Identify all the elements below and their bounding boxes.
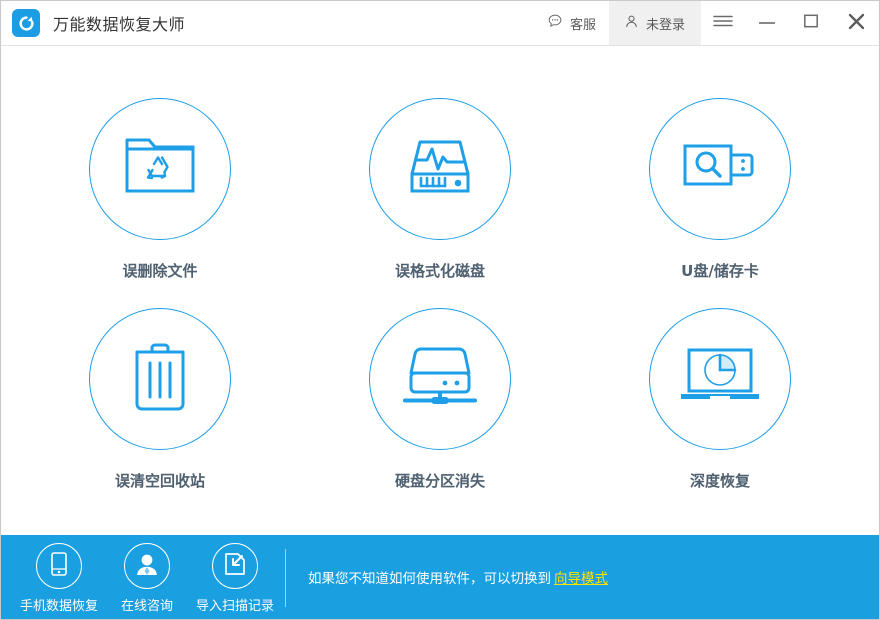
card-usb-memory-card-label: U盘/储存卡 <box>681 262 759 280</box>
card-deleted-files[interactable]: 误删除文件 <box>20 98 300 308</box>
main-content: 误删除文件 误格式化磁盘 U盘/储存卡 误清空回收站 硬盘分区消失 深度恢复 <box>1 46 879 535</box>
minimize-button[interactable] <box>745 1 789 45</box>
bottom-action-import-scan-circle[interactable] <box>212 543 258 589</box>
card-deep-recovery-circle[interactable] <box>649 308 791 450</box>
card-deep-recovery-label: 深度恢复 <box>689 472 750 490</box>
card-formatted-disk-circle[interactable] <box>369 98 511 240</box>
card-deleted-files-label: 误删除文件 <box>122 262 198 280</box>
card-recycle-bin[interactable]: 误清空回收站 <box>20 308 300 518</box>
chat-bubble-icon <box>546 12 564 34</box>
bottom-action-online-consult-circle[interactable] <box>124 543 170 589</box>
bottom-action-online-consult-label: 在线咨询 <box>120 599 173 614</box>
wizard-hint-text: 如果您不知道如何使用软件，可以切换到 <box>308 571 551 587</box>
app-logo-icon <box>12 9 40 37</box>
laptop-pie-icon <box>677 346 763 412</box>
bottom-action-phone-recovery[interactable]: 手机数据恢复 <box>15 543 103 614</box>
usb-search-icon <box>682 140 758 198</box>
title-bar-right: 客服 未登录 <box>533 1 879 45</box>
trash-bin-icon <box>131 341 189 417</box>
bottom-action-phone-recovery-circle[interactable] <box>36 543 82 589</box>
title-bar: 万能数据恢复大师 客服 未登录 <box>1 1 879 46</box>
folder-recycle-icon <box>122 133 198 205</box>
card-lost-partition-label: 硬盘分区消失 <box>394 472 485 490</box>
app-window: 万能数据恢复大师 客服 未登录 误删除文件 误格式化磁盘 U盘/储存卡 误清空回… <box>0 0 880 620</box>
menu-button[interactable] <box>701 1 745 45</box>
account-login-button[interactable]: 未登录 <box>608 1 701 45</box>
close-button[interactable] <box>833 1 879 45</box>
close-icon <box>847 12 866 35</box>
card-deleted-files-circle[interactable] <box>89 98 231 240</box>
bottom-action-import-scan-label: 导入扫描记录 <box>195 599 274 614</box>
app-title: 万能数据恢复大师 <box>53 15 186 34</box>
card-usb-memory-card-circle[interactable] <box>649 98 791 240</box>
maximize-button[interactable] <box>789 1 833 45</box>
bottom-action-import-scan[interactable]: 导入扫描记录 <box>191 543 279 614</box>
customer-service-label: 客服 <box>569 17 596 33</box>
bottom-action-online-consult[interactable]: 在线咨询 <box>103 543 191 614</box>
user-icon <box>623 13 640 34</box>
import-document-icon <box>222 551 248 581</box>
bottom-bar: 手机数据恢复 在线咨询 导入扫描记录 如果您不知道如何使用软件，可以切换到 向导… <box>1 535 879 619</box>
account-label: 未登录 <box>645 17 685 33</box>
hard-disk-stand-icon <box>399 344 481 414</box>
customer-service-button[interactable]: 客服 <box>533 1 609 45</box>
title-bar-left: 万能数据恢复大师 <box>1 1 533 45</box>
disk-waveform-icon <box>404 133 476 205</box>
card-formatted-disk-label: 误格式化磁盘 <box>394 262 485 280</box>
hamburger-menu-icon <box>712 13 734 33</box>
person-avatar-icon <box>133 550 161 582</box>
bottom-actions: 手机数据恢复 在线咨询 导入扫描记录 <box>1 535 279 619</box>
wizard-hint: 如果您不知道如何使用软件，可以切换到 向导模式 <box>286 535 879 619</box>
card-usb-memory-card[interactable]: U盘/储存卡 <box>580 98 860 308</box>
card-lost-partition[interactable]: 硬盘分区消失 <box>300 308 580 518</box>
card-deep-recovery[interactable]: 深度恢复 <box>580 308 860 518</box>
minimize-icon <box>757 14 777 33</box>
card-lost-partition-circle[interactable] <box>369 308 511 450</box>
maximize-icon <box>803 13 819 33</box>
card-recycle-bin-circle[interactable] <box>89 308 231 450</box>
wizard-mode-link[interactable]: 向导模式 <box>554 567 608 587</box>
recovery-mode-grid: 误删除文件 误格式化磁盘 U盘/储存卡 误清空回收站 硬盘分区消失 深度恢复 <box>20 98 860 518</box>
card-recycle-bin-label: 误清空回收站 <box>114 472 205 490</box>
card-formatted-disk[interactable]: 误格式化磁盘 <box>300 98 580 308</box>
bottom-action-phone-recovery-label: 手机数据恢复 <box>19 599 98 614</box>
mobile-phone-icon <box>49 551 69 581</box>
